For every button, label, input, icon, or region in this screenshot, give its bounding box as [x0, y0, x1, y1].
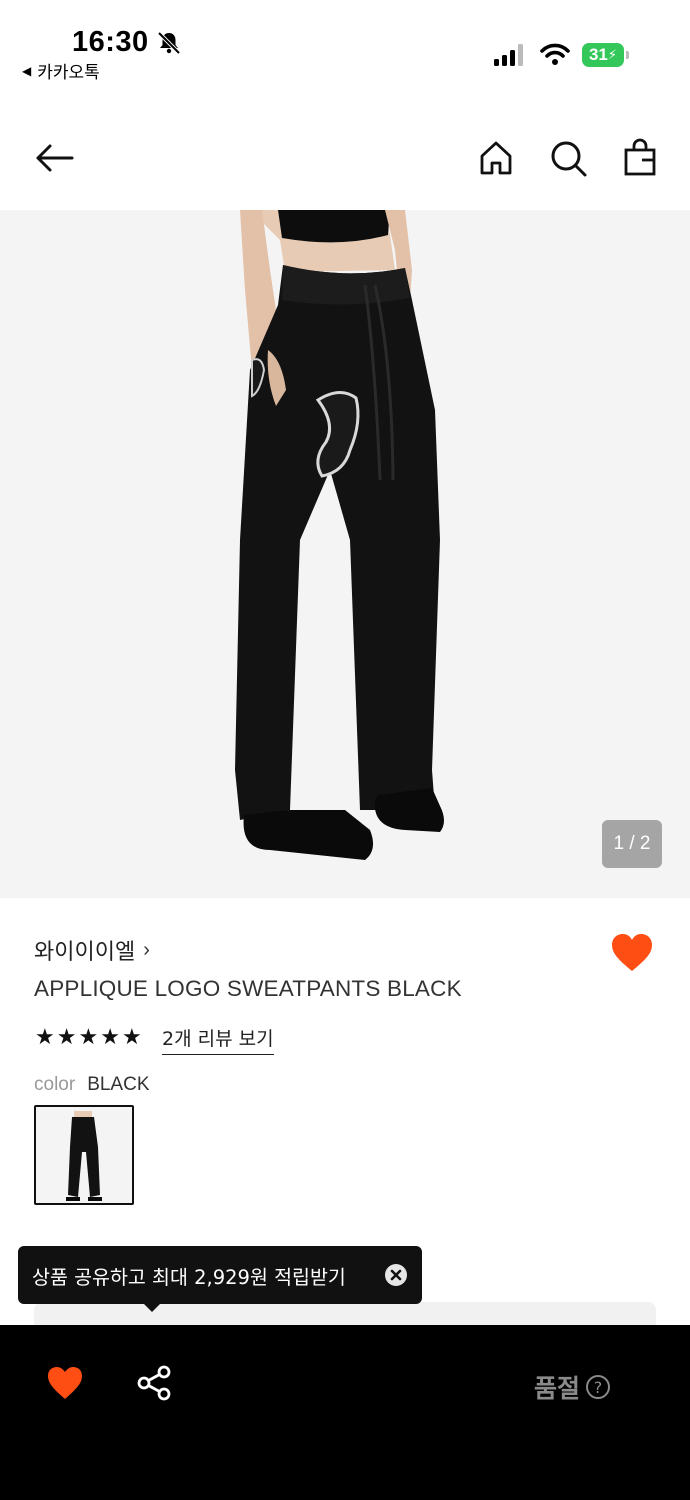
battery-indicator: 31 ⚡ — [582, 43, 630, 67]
wishlist-heart-icon[interactable] — [610, 932, 654, 974]
toast-message: 상품 공유하고 최대 2,929원 적립받기 — [32, 1265, 346, 1289]
back-app-label: 카카오톡 — [37, 63, 100, 83]
star-icon: ★ — [121, 1024, 142, 1049]
rating-stars: ★ ★ ★ ★ ★ — [35, 1024, 142, 1050]
like-heart-icon[interactable] — [46, 1365, 84, 1401]
close-icon[interactable] — [384, 1263, 408, 1287]
battery-level: 31 ⚡ — [582, 43, 624, 67]
view-reviews-link[interactable]: 2개 리뷰 보기 — [162, 1024, 274, 1055]
color-row: color BLACK — [34, 1074, 150, 1096]
star-icon: ★ — [56, 1024, 77, 1049]
bell-muted-icon — [157, 31, 181, 55]
toast-pointer — [142, 1302, 162, 1312]
sold-out-status: 품절 ? — [534, 1369, 611, 1405]
share-reward-toast[interactable]: 상품 공유하고 최대 2,929원 적립받기 — [18, 1246, 422, 1304]
shopping-bag-icon[interactable] — [620, 138, 660, 178]
color-swatch-black[interactable] — [34, 1105, 134, 1205]
cellular-signal-icon — [494, 44, 523, 66]
product-photo — [235, 210, 444, 860]
color-label: color — [34, 1074, 76, 1095]
brand-name: 와이이이엘 — [34, 939, 136, 964]
color-value: BLACK — [87, 1074, 150, 1095]
wifi-icon — [540, 43, 570, 65]
back-to-app-link[interactable]: ◀ 카카오톡 — [22, 58, 100, 83]
swatch-thumbnail — [66, 1111, 102, 1201]
star-icon: ★ — [35, 1024, 55, 1049]
bottom-action-bar: 품절 ? — [0, 1325, 690, 1500]
home-icon[interactable] — [476, 138, 516, 178]
brand-link[interactable]: 와이이이엘 › — [34, 934, 150, 966]
status-time: 16:30 — [72, 26, 149, 58]
back-arrow-icon[interactable] — [34, 138, 74, 178]
chevron-right-icon: › — [143, 938, 150, 961]
battery-cap — [626, 51, 629, 59]
product-title: APPLIQUE LOGO SWEATPANTS BLACK — [34, 976, 462, 1001]
search-icon[interactable] — [548, 138, 588, 178]
back-triangle-icon: ◀ — [22, 63, 32, 78]
image-counter: 1 / 2 — [602, 820, 662, 868]
status-bar: 16:30 ◀ 카카오톡 31 ⚡ — [0, 0, 690, 90]
product-image-gallery[interactable]: 1 / 2 — [0, 210, 690, 898]
share-icon[interactable] — [136, 1365, 172, 1401]
help-question-icon[interactable]: ? — [586, 1375, 611, 1399]
top-navigation — [0, 120, 690, 196]
star-icon: ★ — [100, 1024, 120, 1049]
sold-out-label: 품절 — [534, 1374, 581, 1403]
star-icon: ★ — [78, 1024, 99, 1049]
